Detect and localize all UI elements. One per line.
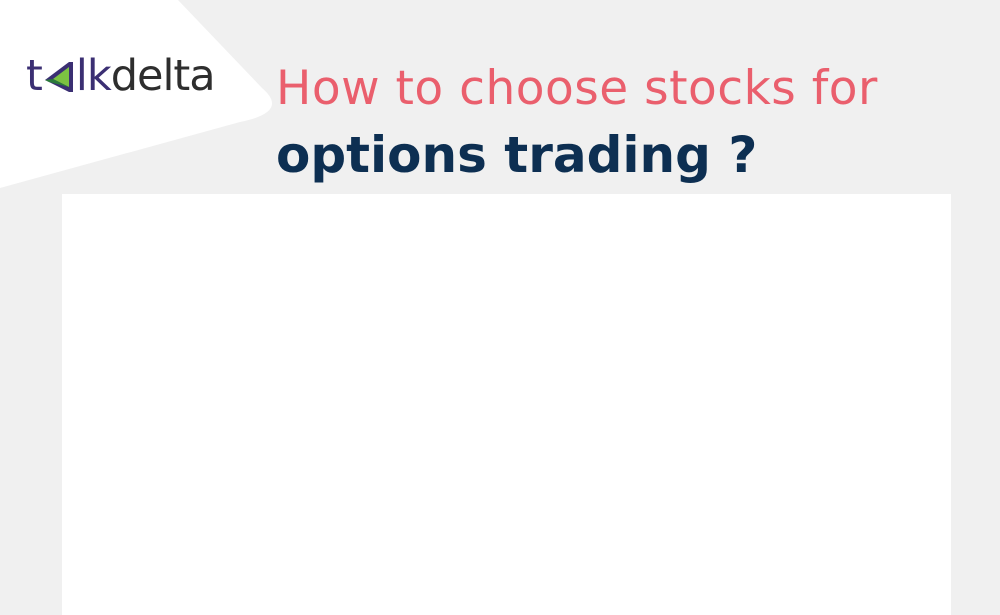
title-line-1: How to choose stocks for: [276, 61, 878, 116]
logo-letters-lk: lk: [75, 51, 112, 101]
article-title: How to choose stocks for options trading…: [276, 58, 976, 190]
logo-letters-delta: delta: [110, 51, 216, 101]
content-panel: [62, 194, 951, 615]
talkdelta-logo[interactable]: t lk delta: [26, 50, 216, 101]
logo-delta-mark-icon: [44, 62, 73, 92]
title-line-2: options trading ?: [276, 126, 758, 184]
logo-letter-t: t: [26, 51, 43, 101]
